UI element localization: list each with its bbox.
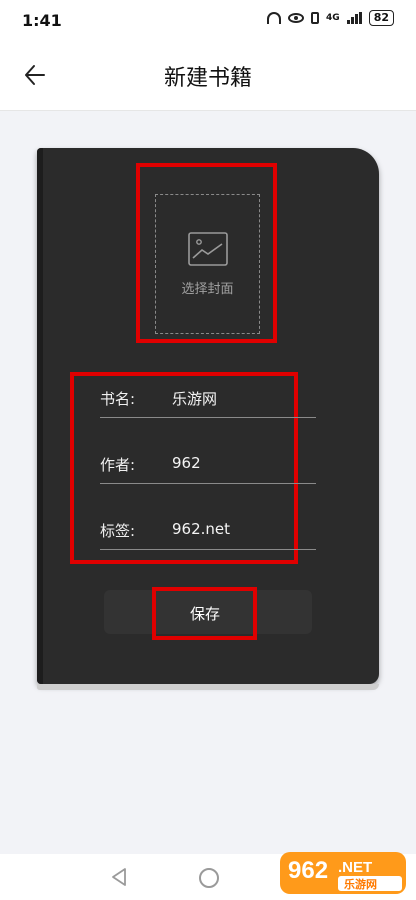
field-book-name: 书名: 乐游网 <box>100 382 316 418</box>
watermark-brand: 962 <box>288 857 328 884</box>
battery-icon: 82 <box>368 10 394 26</box>
nav-home-icon[interactable] <box>199 868 219 888</box>
cover-label: 选择封面 <box>181 281 234 297</box>
field-label: 书名: <box>100 390 136 408</box>
nav-back-icon[interactable] <box>110 867 128 887</box>
field-label: 标签: <box>100 522 136 540</box>
status-time: 1:41 <box>22 11 62 30</box>
header: 新建书籍 <box>0 40 416 111</box>
watermark-sub: 乐游网 <box>344 877 377 891</box>
watermark-suffix: .NET <box>338 859 372 876</box>
headphones-icon <box>267 12 282 24</box>
tag-input[interactable]: 962.net <box>172 520 230 538</box>
author-input[interactable]: 962 <box>172 454 201 472</box>
field-label: 作者: <box>100 456 136 474</box>
page-title: 新建书籍 <box>163 66 252 91</box>
vibrate-icon <box>311 12 320 24</box>
field-tag: 标签: 962.net <box>100 514 316 550</box>
image-icon <box>187 231 228 266</box>
book-name-input[interactable]: 乐游网 <box>172 388 217 409</box>
book-spine <box>37 148 43 684</box>
book-page-edge <box>37 684 379 690</box>
network-type-label: 4G <box>326 13 340 23</box>
signal-icon <box>346 12 362 24</box>
watermark-logo: 962 .NET 乐游网 <box>280 852 406 894</box>
status-icons: 4G 82 <box>267 10 394 26</box>
status-bar: 1:41 4G 82 <box>0 0 416 40</box>
save-button[interactable]: 保存 <box>156 590 254 636</box>
eye-icon <box>288 13 305 23</box>
field-author: 作者: 962 <box>100 448 316 484</box>
select-cover-button[interactable]: 选择封面 <box>155 194 260 334</box>
